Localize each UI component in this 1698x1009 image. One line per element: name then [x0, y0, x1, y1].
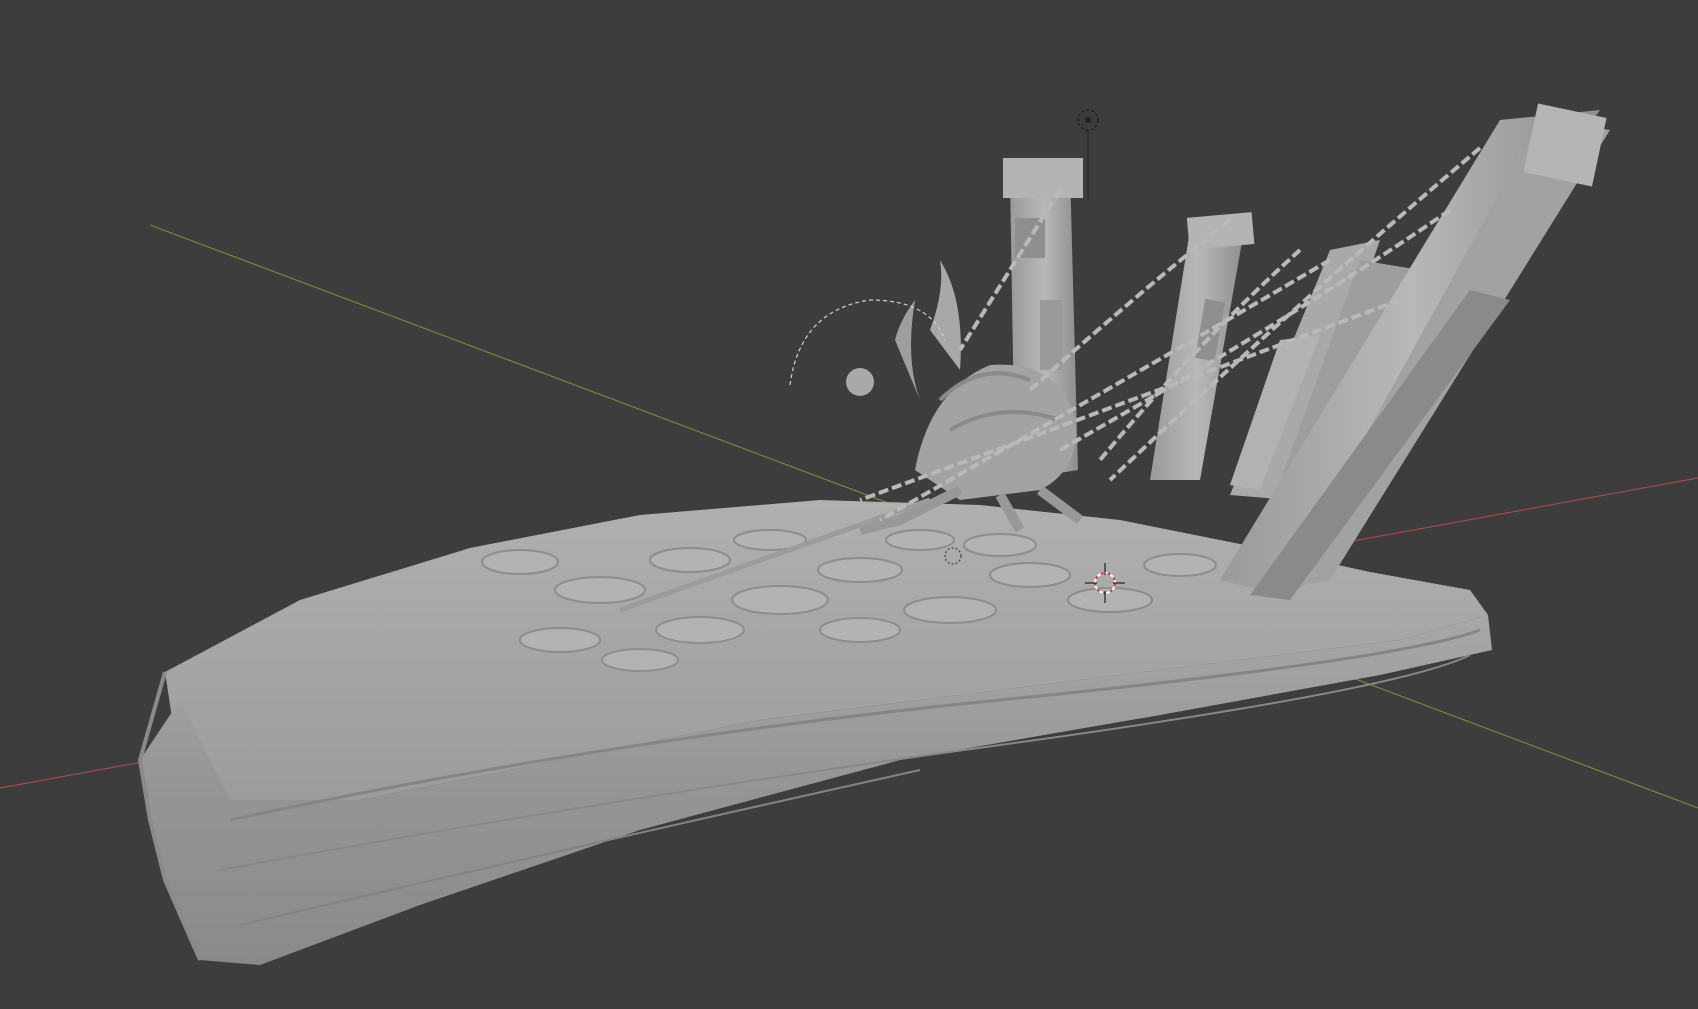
3d-viewport[interactable]	[0, 0, 1698, 1009]
rose-ornament	[846, 368, 874, 396]
scene-canvas[interactable]	[0, 0, 1698, 1009]
pillar-middle[interactable]	[1150, 212, 1255, 480]
